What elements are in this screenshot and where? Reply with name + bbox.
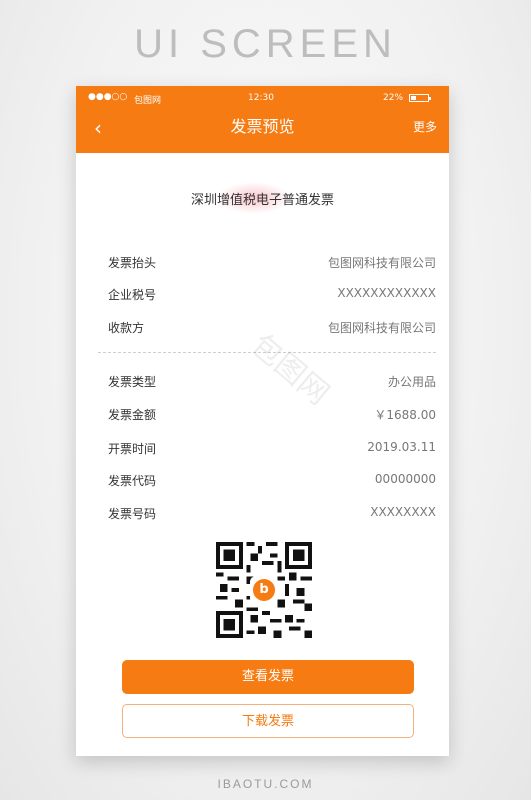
info-label: 发票抬头 (108, 256, 157, 270)
info-value: 包图网科技有限公司 (327, 321, 436, 335)
info-value: XXXXXXXX (370, 505, 436, 519)
qr-logo-icon: b (250, 576, 278, 604)
page-title: 发票预览 (230, 117, 295, 136)
info-row: 发票代码 00000000 (108, 472, 436, 492)
info-row: 开票时间 2019.03.11 (108, 440, 436, 460)
footer-site: IBAOTU.COM (217, 777, 314, 791)
battery-icon (409, 94, 431, 102)
info-value: 办公用品 (387, 375, 436, 389)
phone-screen: ●●●○○ 包图网 12:30 22% ‹ 发票预览 更多 深圳增值税电子普通发… (76, 86, 449, 756)
back-icon[interactable]: ‹ (86, 116, 110, 140)
download-invoice-button[interactable]: 下载发票 (122, 704, 414, 738)
info-row: 企业税号 XXXXXXXXXXXX (108, 286, 436, 306)
more-button[interactable]: 更多 (413, 118, 437, 135)
info-label: 收款方 (108, 321, 145, 335)
info-label: 发票金额 (108, 408, 157, 422)
info-row: 发票号码 XXXXXXXX (108, 505, 436, 525)
info-value: ￥1688.00 (374, 408, 436, 422)
view-invoice-button[interactable]: 查看发票 (122, 660, 414, 694)
info-row: 发票金额 ￥1688.00 (108, 406, 436, 426)
info-label: 开票时间 (108, 442, 157, 456)
info-label: 发票类型 (108, 375, 157, 389)
signal-icon: ●●●○○ (88, 92, 128, 102)
qr-logo-mark: b (253, 579, 275, 601)
info-label: 企业税号 (108, 288, 157, 302)
watermark-text: 包图网 (244, 327, 336, 413)
info-row: 发票类型 办公用品 (108, 373, 436, 393)
info-value: 2019.03.11 (367, 440, 436, 454)
page-heading: UI SCREEN (134, 22, 397, 66)
info-row: 发票抬头 包图网科技有限公司 (108, 254, 436, 274)
status-time: 12:30 (248, 93, 274, 103)
carrier-name: 包图网 (134, 96, 162, 106)
status-bar: ●●●○○ 包图网 12:30 22% (76, 92, 449, 106)
info-label: 发票号码 (108, 507, 157, 521)
info-label: 发票代码 (108, 474, 157, 488)
top-bar: ●●●○○ 包图网 12:30 22% ‹ 发票预览 更多 (76, 86, 449, 153)
info-value: 包图网科技有限公司 (327, 256, 436, 270)
info-value: XXXXXXXXXXXX (337, 286, 436, 300)
info-value: 00000000 (374, 472, 436, 486)
invoice-title: 深圳增值税电子普通发票 (190, 193, 334, 208)
battery-percent: 22% (383, 93, 404, 103)
